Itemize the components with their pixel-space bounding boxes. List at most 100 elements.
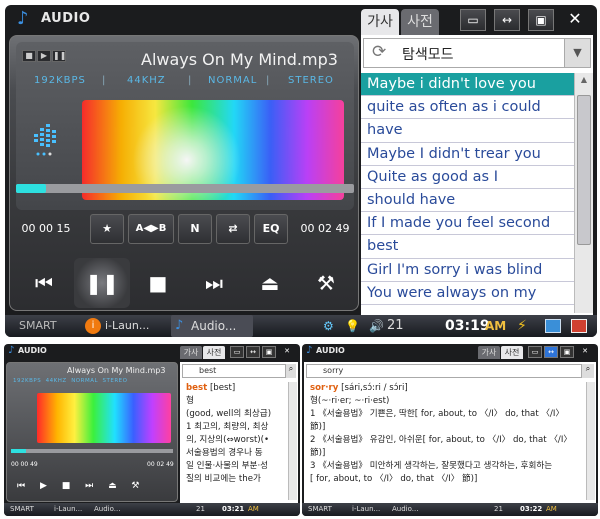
- taskbar-app-audio[interactable]: Audio...: [392, 503, 418, 516]
- taskbar-app-audio[interactable]: Audio...: [191, 315, 236, 337]
- progress-bar[interactable]: [11, 449, 173, 453]
- taskbar-app-launcher[interactable]: i-Laun...: [54, 503, 82, 516]
- dictionary-scrollbar[interactable]: [288, 382, 297, 500]
- definition-line: [ for, about, to 〈/I〉 do, that 〈/I〉 節)]: [310, 474, 478, 484]
- normal-mode-button[interactable]: N: [178, 214, 212, 244]
- dictionary-scrollbar[interactable]: [586, 382, 595, 500]
- stop-button[interactable]: ■: [130, 258, 186, 308]
- music-note-icon: ♪: [17, 8, 29, 29]
- chevron-down-icon[interactable]: ▼: [564, 39, 590, 67]
- pronunciation: [best]: [209, 383, 236, 393]
- search-input[interactable]: sorry: [306, 364, 582, 378]
- scroll-up-icon[interactable]: ▲: [577, 75, 591, 87]
- close-button[interactable]: ✕: [280, 346, 294, 358]
- tab-lyrics[interactable]: 가사: [361, 9, 399, 35]
- lyrics-scrollbar[interactable]: ▲: [574, 73, 593, 313]
- search-icon[interactable]: ⌕: [286, 364, 296, 378]
- tab-dictionary[interactable]: 사전: [401, 9, 439, 35]
- power-icon[interactable]: ⚡: [517, 315, 527, 337]
- bitrate: 192KBPS: [34, 75, 86, 86]
- lyric-line[interactable]: best: [361, 235, 574, 259]
- lyric-line[interactable]: should have: [361, 189, 574, 213]
- lyric-line[interactable]: Girl I'm sorry i was blind: [361, 259, 574, 282]
- mini-mode-button[interactable]: ▣: [262, 346, 276, 358]
- window-icon[interactable]: [545, 319, 561, 333]
- lyric-line[interactable]: You were always on my: [361, 282, 574, 305]
- close-button[interactable]: ✕: [562, 9, 588, 31]
- clock-ampm: AM: [546, 505, 557, 513]
- mini-stop-button[interactable]: ■: [22, 50, 36, 62]
- lyric-line[interactable]: Quite as good as I: [361, 166, 574, 189]
- eq-button[interactable]: EQ: [254, 214, 288, 244]
- refresh-icon: ⟳: [372, 42, 387, 62]
- minimize-button[interactable]: ▭: [528, 346, 542, 358]
- app-title: AUDIO: [18, 346, 47, 355]
- lyric-line[interactable]: Maybe I didn't trear you: [361, 143, 574, 166]
- lyric-line[interactable]: Maybe i didn't love you: [361, 73, 574, 97]
- mini-mode-button[interactable]: ▣: [560, 346, 574, 358]
- lyric-line[interactable]: have: [361, 119, 574, 143]
- minimize-button[interactable]: ▭: [460, 9, 486, 31]
- search-icon[interactable]: ⌕: [582, 364, 594, 378]
- resize-button[interactable]: ↔: [544, 346, 558, 358]
- volume-icon[interactable]: 🔊: [369, 315, 384, 337]
- smart-label[interactable]: SMART: [308, 503, 332, 516]
- tab-lyrics[interactable]: 가사: [478, 346, 500, 359]
- definition-line: 節)]: [310, 448, 326, 458]
- taskbar-app-launcher[interactable]: i-Laun...: [352, 503, 380, 516]
- search-input[interactable]: best: [182, 364, 286, 378]
- tab-dictionary[interactable]: 사전: [501, 346, 523, 359]
- keyboard-icon[interactable]: [571, 319, 587, 333]
- dictionary-pane: best ⌕ best [best] 형 (good, well의 최상급) 1 최…: [180, 362, 298, 503]
- small-screen-right: ♪ AUDIO 가사 사전 ▭ ↔ ▣ ✕ sorry ⌕ sor·ry [sá…: [302, 344, 598, 516]
- lyric-line[interactable]: If I made you feel second: [361, 212, 574, 236]
- bulb-icon[interactable]: 💡: [345, 315, 360, 337]
- dictionary-entry: sor·ry [sári,sɔ́:ri / sɔ́ri] 형(~·ri·er; …: [306, 382, 584, 486]
- smart-label[interactable]: SMART: [19, 315, 57, 337]
- resize-button[interactable]: ↔: [494, 9, 520, 31]
- favorite-button[interactable]: ★: [90, 214, 124, 244]
- tab-dictionary[interactable]: 사전: [203, 346, 225, 359]
- info-divider: |: [266, 75, 271, 86]
- previous-button[interactable]: ⏮: [16, 258, 72, 308]
- playback-mode: NORMAL: [208, 75, 258, 86]
- samplerate: 44KHZ: [127, 75, 166, 86]
- repeat-button[interactable]: ⇄: [216, 214, 250, 244]
- pause-button[interactable]: ❚❚: [74, 258, 130, 308]
- close-button[interactable]: ✕: [578, 346, 592, 358]
- clock: 03:21: [222, 505, 245, 513]
- lyric-line[interactable]: quite as often as i could: [361, 96, 574, 120]
- progress-bar[interactable]: [16, 184, 354, 193]
- eject-button[interactable]: ⏏: [242, 258, 298, 308]
- volume-level: 21: [196, 505, 205, 513]
- tab-lyrics[interactable]: 가사: [180, 346, 202, 359]
- lyrics-list[interactable]: Maybe i didn't love you quite as often as…: [361, 73, 574, 313]
- network-icon[interactable]: ⚙: [323, 315, 334, 337]
- mini-pause-button[interactable]: ❚❚: [52, 50, 66, 62]
- transport-controls[interactable]: ⏮ ▶ ■ ⏭ ⏏ ⚒: [17, 481, 140, 491]
- resize-button[interactable]: ↔: [246, 346, 260, 358]
- taskbar-app-audio[interactable]: Audio...: [94, 503, 120, 516]
- search-mode-bar[interactable]: ⟳ 탐색모드 ▼: [363, 38, 591, 68]
- minimize-button[interactable]: ▭: [230, 346, 244, 358]
- definition-line: 1 최고의, 최량의, 최상: [186, 422, 269, 432]
- progress-fill: [16, 184, 47, 193]
- time-elapsed: 00 00 49: [11, 461, 38, 468]
- progress-fill: [11, 449, 26, 453]
- next-button[interactable]: ⏭: [186, 258, 242, 308]
- tool-button[interactable]: ⚒: [298, 258, 354, 308]
- mini-play-button[interactable]: ▶: [37, 50, 51, 62]
- clock: 03:19: [445, 318, 490, 334]
- taskbar: SMART i-Laun... Audio... 21 03:22 AM: [302, 503, 598, 516]
- ab-repeat-button[interactable]: A◀▶B: [128, 214, 174, 244]
- volume-level: 21: [494, 505, 503, 513]
- info-bar: 192KBPS 44KHZ NORMAL STEREO: [13, 378, 128, 384]
- definition-line: 형(~·ri·er; ~·ri·est): [310, 396, 390, 406]
- mini-mode-button[interactable]: ▣: [528, 9, 554, 31]
- time-total: 00 02 49: [147, 461, 174, 468]
- clock-ampm: AM: [485, 319, 507, 333]
- taskbar-app-launcher[interactable]: i-Laun...: [105, 315, 149, 337]
- definition-line: 형: [186, 396, 194, 406]
- smart-label[interactable]: SMART: [10, 503, 34, 516]
- scroll-thumb[interactable]: [577, 95, 591, 245]
